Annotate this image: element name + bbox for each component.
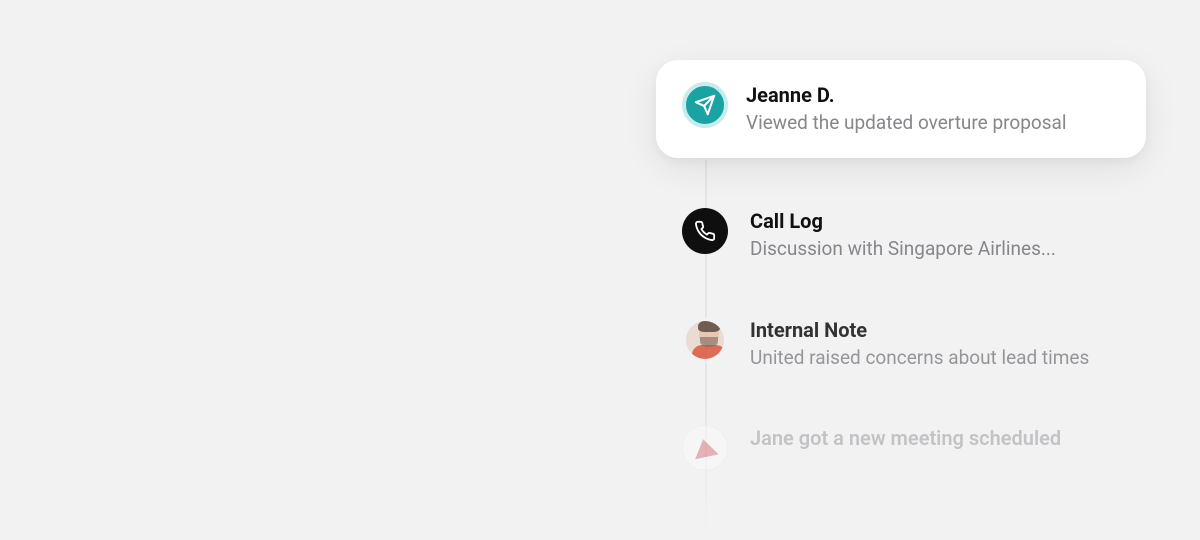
timeline-item[interactable]: Jeanne D. Viewed the updated overture pr… [656,60,1146,158]
timeline-item[interactable]: Call Log Discussion with Singapore Airli… [682,198,1160,272]
timeline-item-subtitle: Discussion with Singapore Airlines... [750,236,1160,262]
timeline-item-title: Jeanne D. [746,82,1120,108]
airline-logo-icon [682,425,728,471]
phone-icon [682,208,728,254]
activity-timeline: Jeanne D. Viewed the updated overture pr… [660,60,1160,481]
timeline-item[interactable]: Internal Note United raised concerns abo… [682,307,1160,381]
timeline-item-subtitle: United raised concerns about lead times [750,345,1160,371]
send-icon [682,82,728,128]
avatar [682,317,728,363]
timeline-item-subtitle: Viewed the updated overture proposal [746,110,1120,136]
timeline-item-title: Jane got a new meeting scheduled [750,425,1160,451]
timeline-item-title: Internal Note [750,317,1160,343]
timeline-item-title: Call Log [750,208,1160,234]
timeline-item[interactable]: Jane got a new meeting scheduled [682,415,1160,481]
